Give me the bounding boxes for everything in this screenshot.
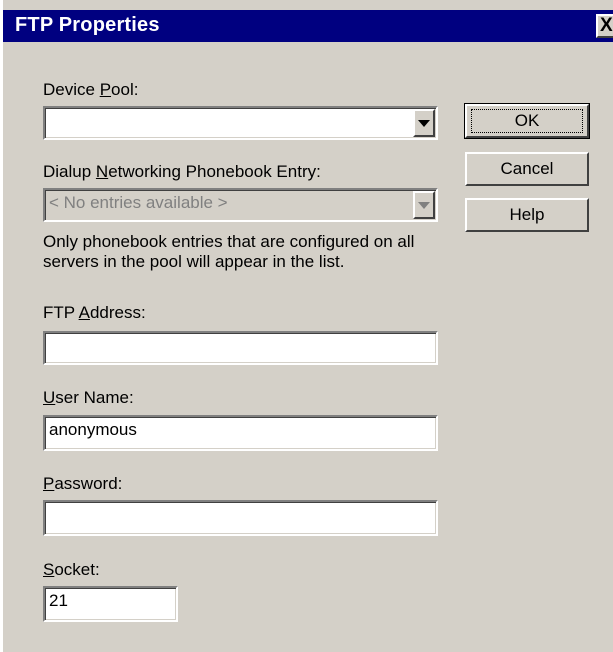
dialup-hint-text: Only phonebook entries that are configur… xyxy=(43,232,415,271)
ftp-address-input[interactable] xyxy=(43,331,438,365)
password-input[interactable] xyxy=(43,500,438,536)
close-button[interactable]: X xyxy=(596,14,613,38)
user-name-label: User Name: xyxy=(43,388,134,407)
chevron-down-icon xyxy=(418,120,430,127)
ftp-properties-dialog: FTP Properties X Device Pool: Dialup Net… xyxy=(0,0,613,652)
close-icon: X xyxy=(600,15,613,36)
user-name-input[interactable]: anonymous xyxy=(43,415,438,451)
chevron-down-icon xyxy=(418,202,430,209)
password-label: Password: xyxy=(43,474,123,493)
dialup-dropdown-button xyxy=(413,191,435,219)
device-pool-combobox[interactable] xyxy=(43,106,438,140)
socket-label: Socket: xyxy=(43,560,100,579)
device-pool-dropdown-button[interactable] xyxy=(413,109,435,137)
cancel-button-label: Cancel xyxy=(500,159,554,178)
dialup-value: < No entries available > xyxy=(49,193,228,212)
cancel-button[interactable]: Cancel xyxy=(465,152,589,186)
user-name-value: anonymous xyxy=(49,420,137,439)
socket-input[interactable]: 21 xyxy=(43,586,178,622)
socket-value: 21 xyxy=(49,591,68,610)
help-button-label: Help xyxy=(509,205,545,224)
window-title: FTP Properties xyxy=(15,14,160,36)
help-button[interactable]: Help xyxy=(465,198,589,232)
title-bar[interactable]: FTP Properties X xyxy=(3,10,613,42)
dialup-label: Dialup Networking Phonebook Entry: xyxy=(43,162,321,181)
dialup-combobox: < No entries available > xyxy=(43,188,438,222)
ok-button-label: OK xyxy=(514,111,540,130)
device-pool-label: Device Pool: xyxy=(43,80,139,99)
ftp-address-label: FTP Address: xyxy=(43,303,146,322)
ok-button[interactable]: OK xyxy=(464,103,590,139)
